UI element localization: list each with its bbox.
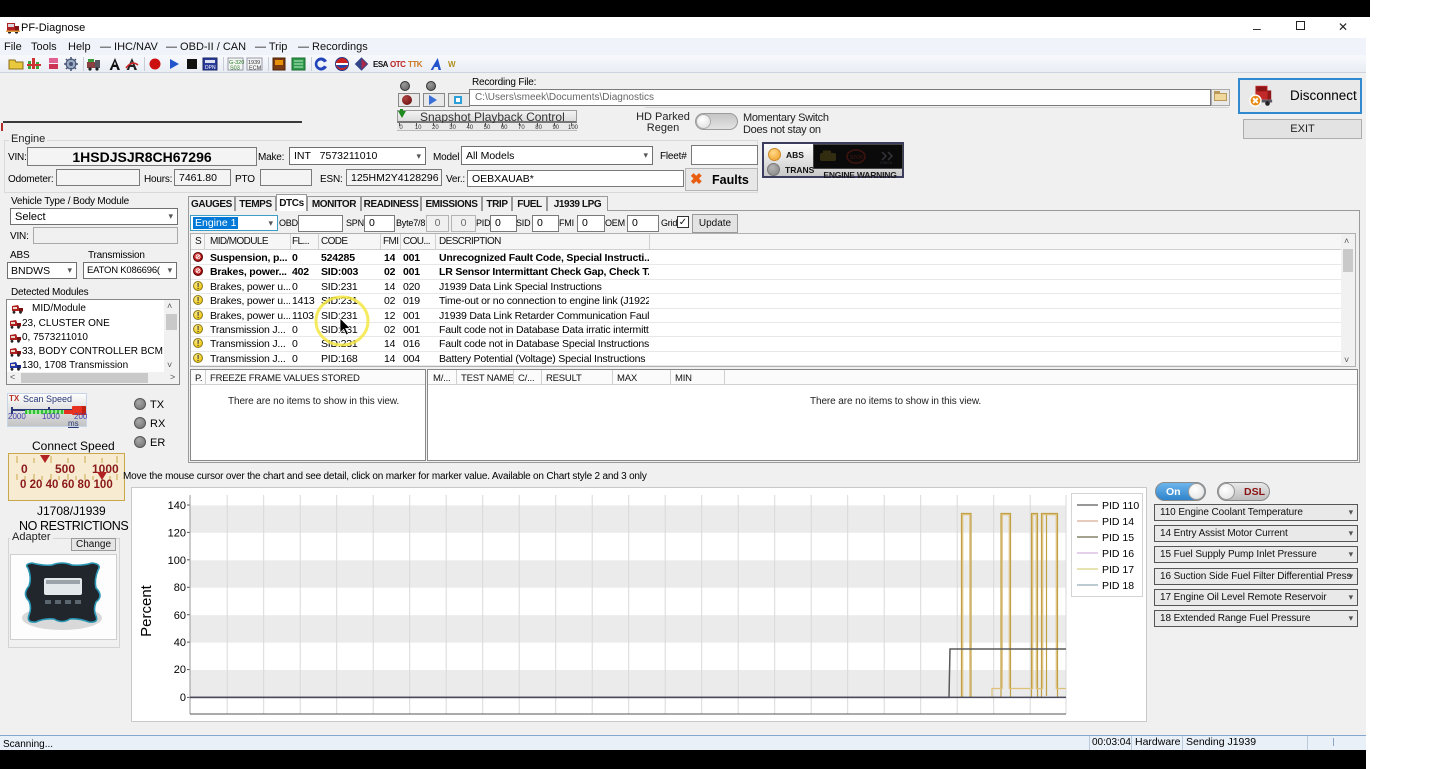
svg-text:60: 60 [174, 610, 186, 622]
svg-text:140: 140 [168, 500, 186, 512]
svg-text:STOP: STOP [850, 155, 864, 161]
svg-text:CHECK: CHECK [880, 161, 893, 165]
svg-text:PID 14: PID 14 [1102, 516, 1134, 528]
svg-text:0: 0 [180, 692, 186, 704]
svg-text:Percent: Percent [138, 584, 155, 637]
svg-text:40: 40 [174, 637, 186, 649]
svg-text:ECM: ECM [249, 66, 262, 72]
svg-text:PID 15: PID 15 [1102, 532, 1134, 544]
svg-text:PID 16: PID 16 [1102, 548, 1134, 560]
svg-text:PID 110: PID 110 [1102, 500, 1139, 512]
svg-text:PID 17: PID 17 [1102, 564, 1134, 576]
svg-text:DPN: DPN [205, 65, 216, 71]
svg-text:PID 18: PID 18 [1102, 580, 1134, 592]
svg-text:80: 80 [174, 582, 186, 594]
svg-text:S03: S03 [230, 66, 240, 72]
svg-text:120: 120 [168, 528, 186, 540]
svg-text:20: 20 [174, 664, 186, 676]
svg-text:100: 100 [168, 555, 186, 567]
